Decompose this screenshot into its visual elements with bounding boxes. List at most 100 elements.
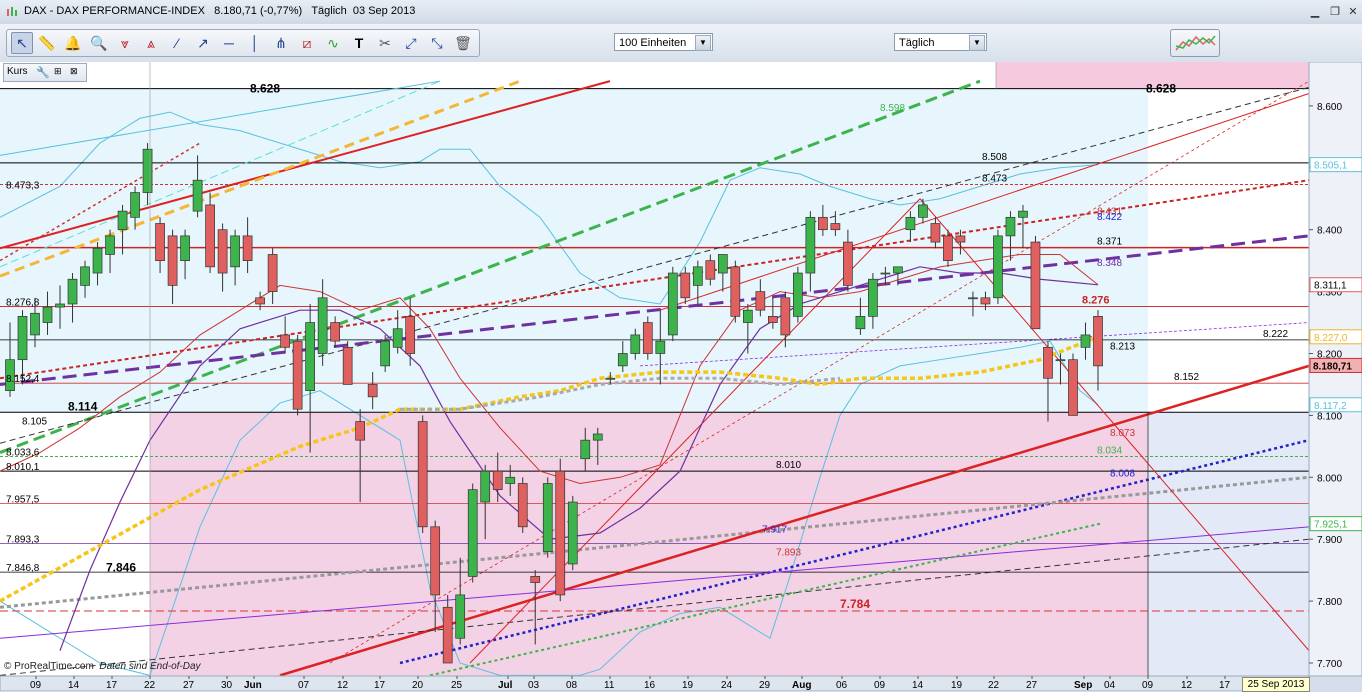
candle-body [55,303,65,308]
price-tag-label: 8.311,1 [1314,281,1347,292]
minimize-icon[interactable]: ▁ [1306,4,1324,20]
candle-body [105,235,115,255]
chart-level-label: 8.371 [1097,237,1122,248]
candle-body [417,421,428,528]
candle-body [142,148,153,193]
tools-icon[interactable]: ✂ [375,33,395,53]
chart-level-label: 8.628 [1146,82,1176,96]
candle-body [442,606,453,664]
chart-level-label: 8.422 [1097,212,1122,223]
drawing-tools-group: ↖ 📏 🔔 🔍 ⩔ ⩓ ⁄ ↗ ─ │ ⋔ ⧄ ∿ T ✂ ⤢ ⤡ 🗑 [6,29,480,57]
price-tag-label: 8.505,1 [1314,161,1348,172]
candle-body [680,272,691,299]
close-panel-icon[interactable]: ⊠ [70,66,78,77]
indicator-chart-icon [1175,35,1216,51]
close-icon[interactable]: ✕ [1344,4,1362,20]
restore-icon[interactable]: ❐ [1326,4,1344,20]
left-level-label: 7.957,5 [6,495,40,506]
candle-body [955,235,966,243]
time-tick-label: 09 [1142,680,1154,691]
candle-body [943,235,953,261]
maximize-icon[interactable]: ⊞ [54,66,62,77]
candle-body [192,179,203,212]
brand-name[interactable]: ProRealTime.com [14,661,94,672]
fibonacci-icon[interactable]: ⩔ [115,33,135,53]
candle-body [180,235,190,261]
candle-body [980,297,991,305]
wave-icon[interactable]: ∿ [323,33,343,53]
price-tick-label: 7.800 [1317,597,1342,608]
candle-body [455,594,466,639]
candle-body [993,235,1003,299]
left-level-label: 8.276,8 [6,297,40,308]
price-chart[interactable]: 8.628 8.6288.5988.5088.4738.4318.4228.371… [0,62,1362,691]
candle-body [717,254,728,274]
candle-body [930,223,941,243]
text-icon[interactable]: T [349,33,369,53]
chart-level-label: 8.073 [1110,428,1135,439]
candle-body [580,439,591,460]
candle-body [330,322,340,342]
left-level-label: 8.473,3 [6,181,40,192]
ray-icon[interactable]: ↗ [193,33,213,53]
candle-body [205,204,215,268]
arrow-icon[interactable]: ⤡ [427,33,447,53]
candle-body [155,223,165,261]
candle-body [692,266,703,286]
time-tick-label: 12 [337,680,349,691]
chart-level-label: 8.348 [1097,258,1122,269]
candle-body [780,297,791,336]
time-tick-label: Jul [498,680,513,691]
candle-body [505,476,516,484]
candle-body [880,272,891,275]
candle-body [793,272,803,317]
left-level-label: 7.846 [106,561,136,575]
time-tick-label: 22 [988,680,1000,691]
gann-icon[interactable]: ⧄ [297,33,317,53]
trash-icon[interactable]: 🗑 [453,33,473,53]
candle-body [80,266,90,286]
chart-level-label: 8.473 [982,174,1007,185]
units-select[interactable]: 100 Einheiten ▼ [614,33,713,51]
ruler-icon[interactable]: 📏 [37,33,57,53]
horizontal-line-icon[interactable]: ─ [219,33,239,53]
pitchfork-icon[interactable]: ⋔ [271,33,291,53]
period-select[interactable]: Täglich ▼ [894,33,987,51]
time-tick-label: 20 [412,680,424,691]
candle-body [517,483,528,528]
time-tick-label: 07 [298,680,310,691]
candle-body [367,384,378,398]
candle-body [705,260,716,280]
chart-level-label: 8.222 [1263,329,1288,340]
vertical-line-icon[interactable]: │ [245,33,265,53]
candle-body [567,501,578,565]
pointer-icon[interactable]: ↖ [11,32,33,54]
left-level-label: 7.893,3 [6,534,40,545]
time-tick-label: 17 [106,680,118,691]
arrow-icon[interactable]: ⤢ [401,33,421,53]
price-tick-label: 8.000 [1317,473,1342,484]
chevron-down-icon[interactable]: ▼ [969,35,985,51]
future-zone [1148,412,1309,676]
panel-header: Kurs 🔧 ⊞ ⊠ [3,63,87,82]
trendline-icon[interactable]: ⁄ [167,33,187,53]
candle-body [905,216,916,231]
window-titlebar: DAX - DAX PERFORMANCE-INDEX 8.180,71 (-0… [0,0,1362,25]
time-tick-label: Sep [1074,680,1092,691]
time-tick-label: 09 [30,680,42,691]
candle-body [242,235,253,261]
left-level-label: 8.033,6 [6,448,40,459]
zoom-icon[interactable]: 🔍 [89,33,109,53]
candle-body [42,306,53,323]
candle-body [968,297,978,300]
chevron-down-icon[interactable]: ▼ [695,35,711,51]
alarm-icon[interactable]: 🔔 [63,33,83,53]
channel-icon[interactable]: ⩓ [141,33,161,53]
candle-body [1043,346,1053,379]
wrench-icon[interactable]: 🔧 [36,66,50,79]
price-tag-label: 8.227,0 [1314,333,1348,344]
candle-body [742,309,753,323]
candle-body [380,340,391,367]
indicators-button[interactable] [1170,29,1220,57]
time-tick-label: 27 [183,680,195,691]
